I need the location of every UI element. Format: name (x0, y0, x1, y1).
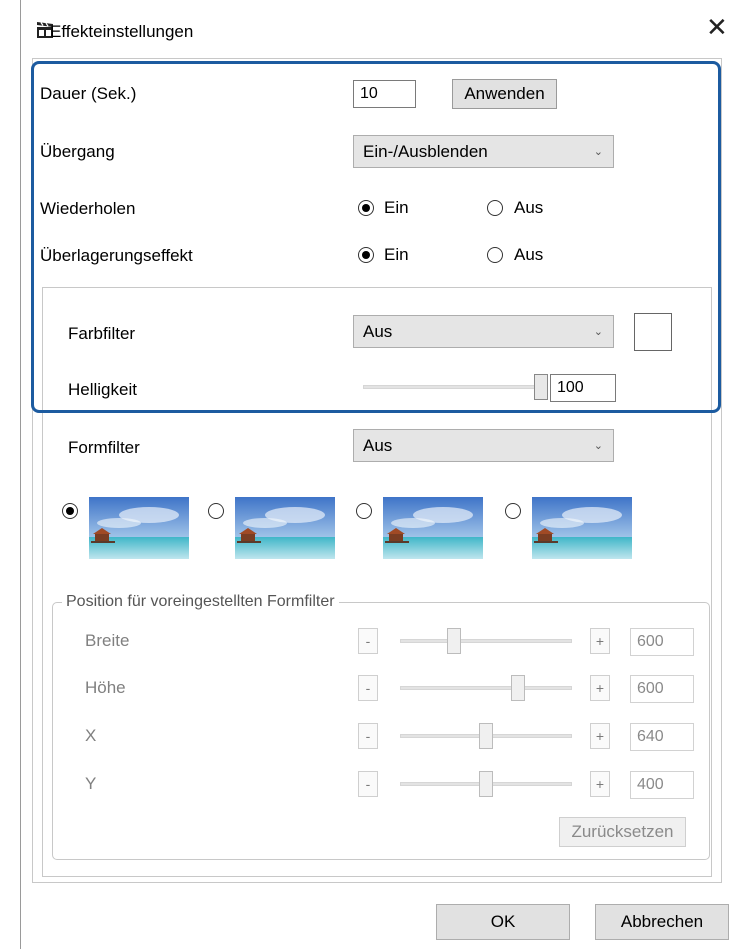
preset-position-title: Position für voreingestellten Formfilter (62, 593, 339, 611)
repeat-off-label: Aus (514, 198, 544, 217)
dialog-title: Effekteinstellungen (50, 22, 194, 41)
radio-selected-dot (66, 507, 74, 515)
position-row-label: X (85, 726, 97, 745)
shape-preset-radio[interactable] (505, 503, 521, 519)
plus-button[interactable]: + (590, 771, 610, 797)
plus-button[interactable]: + (590, 675, 610, 701)
close-icon[interactable]: ✕ (706, 14, 728, 40)
overlay-off-label: Aus (514, 245, 544, 264)
transition-select[interactable]: Ein-/Ausblenden ⌄ (353, 135, 614, 168)
shape-filter-select[interactable]: Aus ⌄ (353, 429, 614, 462)
radio-selected-dot (362, 251, 370, 259)
shape-preset-radio[interactable] (208, 503, 224, 519)
position-value-input[interactable]: 640 (630, 723, 694, 751)
position-slider-track[interactable] (400, 686, 572, 690)
minus-button[interactable]: - (358, 628, 378, 654)
minus-button[interactable]: - (358, 723, 378, 749)
color-filter-value: Aus (363, 321, 393, 341)
position-row-label: Y (85, 774, 97, 793)
position-value-input[interactable]: 600 (630, 628, 694, 656)
position-value-input[interactable]: 400 (630, 771, 694, 799)
duration-label: Dauer (Sek.) (40, 84, 137, 103)
reset-button[interactable]: Zurücksetzen (559, 817, 686, 847)
minus-button[interactable]: - (358, 675, 378, 701)
radio-selected-dot (362, 204, 370, 212)
position-row-label: Höhe (85, 678, 126, 697)
position-slider-thumb[interactable] (447, 628, 462, 654)
cancel-button[interactable]: Abbrechen (595, 904, 729, 940)
shape-preset-thumbnail[interactable] (383, 497, 483, 559)
shape-preset-thumbnail[interactable] (532, 497, 632, 559)
overlay-label: Überlagerungseffekt (40, 246, 193, 265)
shape-filter-value: Aus (363, 435, 393, 455)
brightness-label: Helligkeit (68, 380, 137, 399)
minus-button[interactable]: - (358, 771, 378, 797)
apply-button[interactable]: Anwenden (452, 79, 557, 109)
repeat-on-label: Ein (384, 198, 409, 217)
position-slider-thumb[interactable] (479, 723, 493, 749)
repeat-off-radio[interactable] (487, 200, 503, 216)
overlay-on-label: Ein (384, 245, 409, 264)
ok-button[interactable]: OK (436, 904, 570, 940)
plus-button[interactable]: + (590, 628, 610, 654)
shape-preset-thumbnail[interactable] (235, 497, 335, 559)
chevron-down-icon: ⌄ (593, 145, 603, 158)
transition-label: Übergang (40, 142, 115, 161)
shape-preset-radio[interactable] (356, 503, 372, 519)
chevron-down-icon: ⌄ (593, 439, 603, 452)
shape-preset-radio[interactable] (62, 503, 78, 519)
repeat-on-radio[interactable] (358, 200, 374, 216)
transition-select-value: Ein-/Ausblenden (363, 141, 488, 161)
overlay-on-radio[interactable] (358, 247, 374, 263)
shape-preset-thumbnail[interactable] (89, 497, 189, 559)
plus-button[interactable]: + (590, 723, 610, 749)
overlay-off-radio[interactable] (487, 247, 503, 263)
duration-input[interactable]: 10 (353, 80, 416, 108)
position-slider-thumb[interactable] (479, 771, 493, 797)
color-filter-select[interactable]: Aus ⌄ (353, 315, 614, 348)
position-value-input[interactable]: 600 (630, 675, 694, 703)
chevron-down-icon: ⌄ (593, 325, 603, 338)
shape-filter-label: Formfilter (68, 438, 140, 457)
position-slider-track[interactable] (400, 639, 572, 643)
position-row-label: Breite (85, 631, 130, 650)
brightness-slider-thumb[interactable] (534, 374, 548, 400)
brightness-input[interactable]: 100 (550, 374, 616, 402)
brightness-slider-track[interactable] (363, 385, 548, 389)
repeat-label: Wiederholen (40, 199, 136, 218)
color-filter-label: Farbfilter (68, 324, 136, 343)
color-swatch[interactable] (634, 313, 672, 351)
position-slider-thumb[interactable] (510, 675, 525, 701)
